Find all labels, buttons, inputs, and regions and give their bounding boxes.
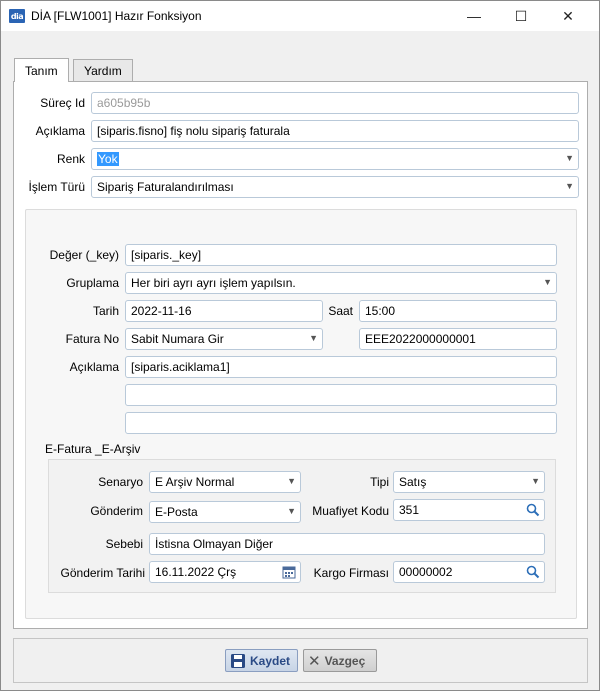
gonderim-label: Gönderim xyxy=(90,504,143,518)
close-icon: ✕ xyxy=(308,652,321,670)
muafiyet-kodu-value: 351 xyxy=(399,503,420,517)
main-aciklama-field-2[interactable] xyxy=(125,384,557,406)
main-aciklama-field-1[interactable]: [siparis.aciklama1] xyxy=(125,356,557,378)
gonderim-tarihi-label: Gönderim Tarihi xyxy=(60,566,145,580)
minimize-button[interactable]: — xyxy=(451,1,497,31)
fatura-no-value: Sabit Numara Gir xyxy=(131,332,224,346)
efatura-section-title: E-Fatura _E-Arşiv xyxy=(45,442,141,456)
gruplama-dropdown[interactable]: Her biri ayrı ayrı işlem yapılsın. ▼ xyxy=(125,272,557,294)
tarih-label: Tarih xyxy=(92,304,119,318)
islem-turu-label: İşlem Türü xyxy=(28,180,85,194)
title-bar[interactable]: dia DİA [FLW1001] Hazır Fonksiyon — ☐ ✕ xyxy=(1,1,599,31)
senaryo-dropdown[interactable]: E Arşiv Normal ▼ xyxy=(149,471,301,493)
main-aciklama-field-3[interactable] xyxy=(125,412,557,434)
muafiyet-kodu-field[interactable]: 351 xyxy=(393,499,545,521)
save-button-label: Kaydet xyxy=(250,653,291,668)
main-aciklama-label: Açıklama xyxy=(69,360,119,374)
app-logo-icon: dia xyxy=(9,9,25,23)
aciklama-field[interactable]: [siparis.fisno] fiş nolu sipariş fatural… xyxy=(91,120,579,142)
chevron-down-icon: ▼ xyxy=(531,476,540,486)
tipi-label: Tipi xyxy=(370,475,389,489)
maximize-button[interactable]: ☐ xyxy=(498,1,544,31)
gonderim-tarihi-field[interactable]: 16.11.2022 Çrş xyxy=(149,561,301,583)
saat-field[interactable]: 15:00 xyxy=(359,300,557,322)
surec-id-field[interactable]: a605b95b xyxy=(91,92,579,114)
chevron-down-icon: ▼ xyxy=(309,333,318,343)
calendar-icon[interactable] xyxy=(282,565,296,579)
senaryo-value: E Arşiv Normal xyxy=(155,475,235,489)
tarih-field[interactable]: 2022-11-16 xyxy=(125,300,323,322)
search-icon[interactable] xyxy=(526,503,540,517)
fatura-no-dropdown[interactable]: Sabit Numara Gir ▼ xyxy=(125,328,323,350)
cancel-button-label: Vazgeç xyxy=(324,653,366,668)
surec-id-label: Süreç Id xyxy=(40,96,85,110)
tipi-dropdown[interactable]: Satış ▼ xyxy=(393,471,545,493)
button-bar xyxy=(13,638,588,683)
sebebi-field[interactable]: İstisna Olmayan Diğer xyxy=(149,533,545,555)
kargo-firmasi-label: Kargo Firması xyxy=(313,566,389,580)
deger-label: Değer (_key) xyxy=(49,248,119,262)
close-button[interactable]: ✕ xyxy=(545,1,591,31)
tab-tanim[interactable]: Tanım xyxy=(14,58,69,82)
chevron-down-icon: ▼ xyxy=(565,181,574,191)
islem-turu-dropdown[interactable]: Sipariş Faturalandırılması ▼ xyxy=(91,176,579,198)
gruplama-value: Her biri ayrı ayrı işlem yapılsın. xyxy=(131,276,296,290)
gonderim-dropdown[interactable]: E-Posta ▼ xyxy=(149,501,301,523)
muafiyet-kodu-label: Muafiyet Kodu xyxy=(312,504,389,518)
saat-label: Saat xyxy=(328,304,353,318)
renk-dropdown[interactable]: Yok ▼ xyxy=(91,148,579,170)
save-button[interactable]: Kaydet xyxy=(225,649,298,672)
window-title: DİA [FLW1001] Hazır Fonksiyon xyxy=(31,9,202,23)
gonderim-value: E-Posta xyxy=(155,505,198,519)
islem-turu-value: Sipariş Faturalandırılması xyxy=(97,180,234,194)
sebebi-label: Sebebi xyxy=(105,537,143,551)
kargo-firmasi-field[interactable]: 00000002 xyxy=(393,561,545,583)
gruplama-label: Gruplama xyxy=(66,276,119,290)
chevron-down-icon: ▼ xyxy=(287,476,296,486)
dialog-window: dia DİA [FLW1001] Hazır Fonksiyon — ☐ ✕ … xyxy=(0,0,600,691)
chevron-down-icon: ▼ xyxy=(287,506,296,516)
renk-label: Renk xyxy=(56,152,85,166)
tipi-value: Satış xyxy=(399,475,427,489)
chevron-down-icon: ▼ xyxy=(543,277,552,287)
deger-field[interactable]: [siparis._key] xyxy=(125,244,557,266)
renk-selected-value: Yok xyxy=(97,152,119,166)
fatura-no-label: Fatura No xyxy=(65,332,119,346)
tab-yardim[interactable]: Yardım xyxy=(73,59,133,81)
aciklama-label: Açıklama xyxy=(35,124,85,138)
search-icon[interactable] xyxy=(526,565,540,579)
floppy-disk-icon xyxy=(231,653,245,668)
senaryo-label: Senaryo xyxy=(98,475,143,489)
gonderim-tarihi-value: 16.11.2022 Çrş xyxy=(155,565,237,579)
kargo-firmasi-value: 00000002 xyxy=(399,565,453,579)
fatura-number-field[interactable]: EEE2022000000001 xyxy=(359,328,557,350)
cancel-button[interactable]: ✕ Vazgeç xyxy=(303,649,377,672)
chevron-down-icon: ▼ xyxy=(565,153,574,163)
